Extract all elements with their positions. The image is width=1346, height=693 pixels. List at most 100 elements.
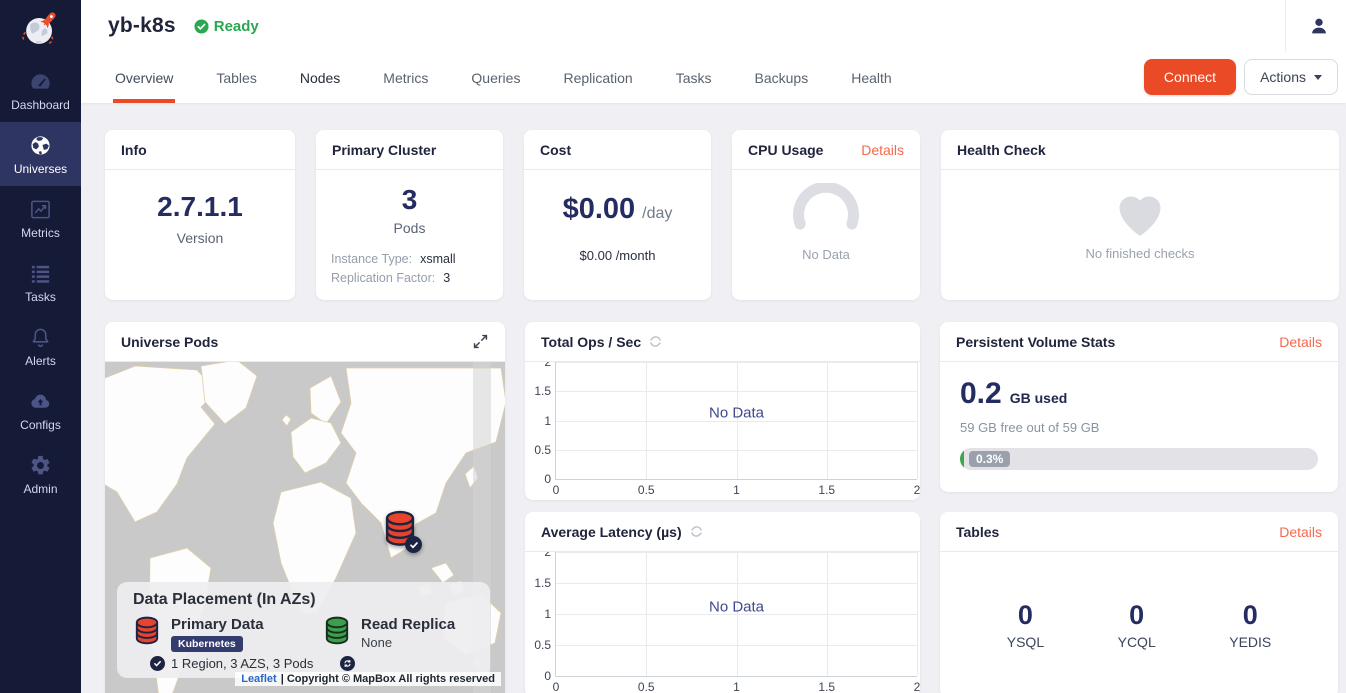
read-replica-legend: Read Replica None xyxy=(323,616,455,671)
x-tick: 0 xyxy=(553,680,560,693)
read-replica-label: Read Replica xyxy=(361,616,455,633)
connect-button[interactable]: Connect xyxy=(1144,59,1236,95)
status-text: Ready xyxy=(214,18,259,35)
cpu-no-data: No Data xyxy=(802,247,850,262)
placement-summary: 1 Region, 3 AZS, 3 Pods xyxy=(171,656,313,671)
sidebar-nav: Dashboard Universes Metrics Tasks xyxy=(0,58,81,506)
tables-card: Tables Details 0 YSQL 0 YCQL xyxy=(940,512,1338,693)
alerts-icon xyxy=(29,325,53,349)
tab-queries[interactable]: Queries xyxy=(469,70,522,103)
x-tick: 2 xyxy=(914,483,920,497)
chart-plot: 2 1.5 1 0.5 0 0 0.5 1 1.5 2 No Data xyxy=(555,362,917,480)
card-title: CPU Usage xyxy=(748,142,823,158)
pods-label: Pods xyxy=(394,220,426,236)
tab-replication[interactable]: Replication xyxy=(561,70,634,103)
gridline xyxy=(917,552,918,676)
cpu-details-link[interactable]: Details xyxy=(861,142,904,158)
sync-badge-icon xyxy=(340,656,355,671)
primary-data-legend: Primary Data Kubernetes 1 Region, 3 AZS,… xyxy=(133,616,323,671)
sidebar-item-label: Tasks xyxy=(25,290,56,304)
sidebar-item-label: Alerts xyxy=(25,354,56,368)
pod-location-marker[interactable] xyxy=(382,510,418,553)
sidebar-item-admin[interactable]: Admin xyxy=(0,442,81,506)
volume-progress-fill xyxy=(960,448,964,470)
tab-overview[interactable]: Overview xyxy=(113,70,175,103)
topbar: yb-k8s Ready Overview Tables Nodes Metri… xyxy=(81,0,1346,103)
tab-metrics[interactable]: Metrics xyxy=(381,70,430,103)
x-tick: 2 xyxy=(914,680,920,693)
x-tick: 1 xyxy=(733,483,740,497)
sidebar-item-label: Universes xyxy=(14,162,67,176)
configs-icon xyxy=(29,389,53,413)
sidebar-item-metrics[interactable]: Metrics xyxy=(0,186,81,250)
info-card: Info 2.7.1.1 Version xyxy=(105,130,295,300)
y-tick: 1 xyxy=(526,607,551,621)
refresh-icon[interactable] xyxy=(690,525,703,538)
actions-button[interactable]: Actions xyxy=(1244,59,1338,95)
gridline xyxy=(917,362,918,479)
cost-day-unit: /day xyxy=(642,205,672,223)
tab-tables[interactable]: Tables xyxy=(214,70,258,103)
universes-icon xyxy=(29,133,53,157)
status-badge: Ready xyxy=(194,18,259,35)
read-replica-value: None xyxy=(361,635,455,650)
version-value: 2.7.1.1 xyxy=(157,192,243,223)
volume-used-unit: GB used xyxy=(1010,390,1068,406)
gridline xyxy=(556,552,917,553)
primary-data-db-icon xyxy=(133,616,161,646)
tab-tasks[interactable]: Tasks xyxy=(674,70,714,103)
y-tick: 1.5 xyxy=(526,384,551,398)
map-attribution: Leaflet | Copyright © MapBox All rights … xyxy=(235,672,501,686)
primary-cluster-card: Primary Cluster 3 Pods Instance Type: xs… xyxy=(316,130,503,300)
yedis-count: 0 YEDIS xyxy=(1229,600,1271,650)
y-tick: 0 xyxy=(526,669,551,683)
overview-content: Info 2.7.1.1 Version Primary Cluster 3 P… xyxy=(81,103,1346,693)
universe-title: yb-k8s xyxy=(108,14,176,38)
read-replica-db-icon xyxy=(323,616,351,646)
version-label: Version xyxy=(177,230,224,246)
chart-title: Average Latency (µs) xyxy=(541,524,682,540)
sidebar-item-tasks[interactable]: Tasks xyxy=(0,250,81,314)
yugabyte-logo[interactable] xyxy=(0,0,81,58)
card-title: Primary Cluster xyxy=(332,142,436,158)
tab-backups[interactable]: Backups xyxy=(753,70,811,103)
gridline xyxy=(556,645,917,646)
attribution-text: | Copyright © MapBox All rights reserved xyxy=(281,673,495,685)
world-map[interactable]: Data Placement (In AZs) xyxy=(105,362,505,693)
sidebar-item-dashboard[interactable]: Dashboard xyxy=(0,58,81,122)
x-tick: 1.5 xyxy=(818,483,835,497)
chart-title: Total Ops / Sec xyxy=(541,334,641,350)
instance-type-row: Instance Type: xsmall xyxy=(331,252,488,266)
user-menu[interactable] xyxy=(1285,0,1346,52)
expand-icon[interactable] xyxy=(472,333,489,350)
tables-details-link[interactable]: Details xyxy=(1279,524,1322,540)
tab-health[interactable]: Health xyxy=(849,70,893,103)
volume-used-value: 0.2 xyxy=(960,377,1002,411)
refresh-icon[interactable] xyxy=(649,335,662,348)
persistent-volume-stats-card: Persistent Volume Stats Details 0.2 GB u… xyxy=(940,322,1338,492)
sidebar-item-universes[interactable]: Universes xyxy=(0,122,81,186)
x-tick: 1.5 xyxy=(818,680,835,693)
tab-nodes[interactable]: Nodes xyxy=(298,70,342,103)
primary-data-label: Primary Data xyxy=(171,616,313,633)
card-title: Health Check xyxy=(957,142,1046,158)
cost-per-month: $0.00 /month xyxy=(580,248,656,263)
y-tick: 0 xyxy=(526,472,551,486)
chevron-down-icon xyxy=(1314,75,1322,80)
y-tick: 1 xyxy=(526,414,551,428)
sidebar-item-label: Metrics xyxy=(21,226,60,240)
leaflet-link[interactable]: Leaflet xyxy=(241,673,276,685)
check-badge-icon xyxy=(150,656,165,671)
gridline xyxy=(556,583,917,584)
card-title: Info xyxy=(121,142,147,158)
provider-badge: Kubernetes xyxy=(171,636,243,652)
sidebar-item-configs[interactable]: Configs xyxy=(0,378,81,442)
sidebar-item-alerts[interactable]: Alerts xyxy=(0,314,81,378)
check-badge-icon xyxy=(405,536,422,553)
volume-details-link[interactable]: Details xyxy=(1279,334,1322,350)
y-tick: 0.5 xyxy=(526,443,551,457)
volume-percent-badge: 0.3% xyxy=(969,451,1010,467)
cost-card: Cost $0.00 /day $0.00 /month xyxy=(524,130,711,300)
tab-bar: Overview Tables Nodes Metrics Queries Re… xyxy=(81,52,1346,103)
cpu-usage-card: CPU Usage Details No Data xyxy=(732,130,920,300)
